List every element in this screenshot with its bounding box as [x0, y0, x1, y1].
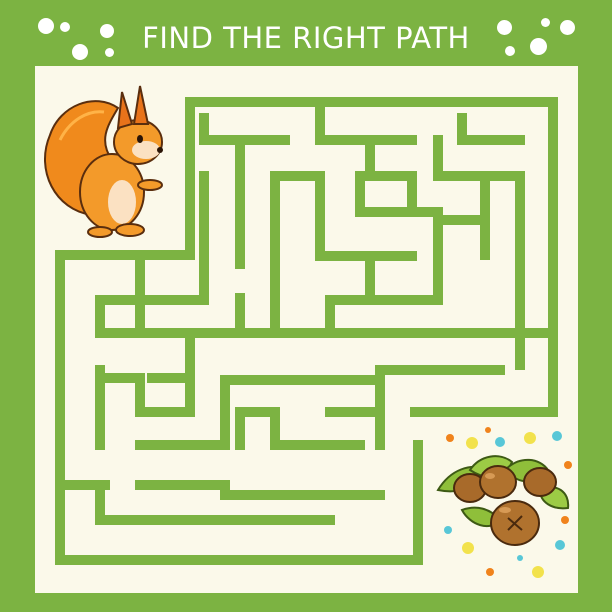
hazelnuts-icon — [436, 427, 572, 578]
